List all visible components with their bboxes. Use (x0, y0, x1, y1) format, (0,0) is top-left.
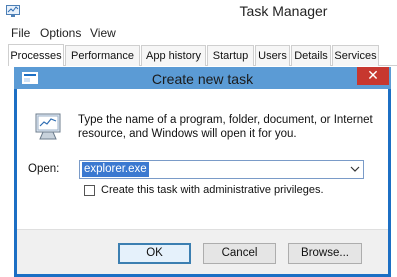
open-input[interactable]: explorer.exe (82, 162, 149, 177)
cancel-button[interactable]: Cancel (203, 243, 276, 264)
menu-file[interactable]: File (11, 26, 30, 40)
tab-app-history[interactable]: App history (141, 45, 206, 66)
close-button[interactable]: ✕ (357, 67, 389, 85)
tab-strip: Processes Performance App history Startu… (8, 44, 397, 66)
dialog-footer: OK Cancel Browse... (17, 229, 388, 274)
tab-processes[interactable]: Processes (8, 44, 64, 66)
dialog-body: Type the name of a program, folder, docu… (17, 89, 388, 274)
dialog-description: Type the name of a program, folder, docu… (78, 114, 373, 140)
tab-users[interactable]: Users (255, 45, 290, 66)
tab-services[interactable]: Services (332, 45, 379, 66)
title-bar: Task Manager (0, 0, 397, 24)
ok-button[interactable]: OK (118, 243, 191, 264)
browse-button[interactable]: Browse... (288, 243, 362, 264)
menu-options[interactable]: Options (40, 26, 81, 40)
close-icon: ✕ (367, 67, 379, 83)
dialog-title-bar: Create new task ✕ (14, 67, 391, 89)
open-label: Open: (28, 163, 60, 175)
open-combobox[interactable]: explorer.exe (79, 160, 364, 179)
chevron-down-icon[interactable] (348, 162, 362, 177)
window-title: Task Manager (239, 3, 328, 19)
menu-view[interactable]: View (90, 26, 116, 40)
tab-startup[interactable]: Startup (207, 45, 254, 66)
admin-privileges-label: Create this task with administrative pri… (101, 184, 324, 196)
tab-performance[interactable]: Performance (65, 45, 140, 66)
run-icon (35, 113, 61, 140)
create-new-task-dialog: Create new task ✕ Type the name of a pro… (14, 67, 391, 277)
admin-privileges-checkbox[interactable] (84, 185, 95, 196)
dialog-title: Create new task (151, 71, 254, 87)
tab-details[interactable]: Details (291, 45, 331, 66)
